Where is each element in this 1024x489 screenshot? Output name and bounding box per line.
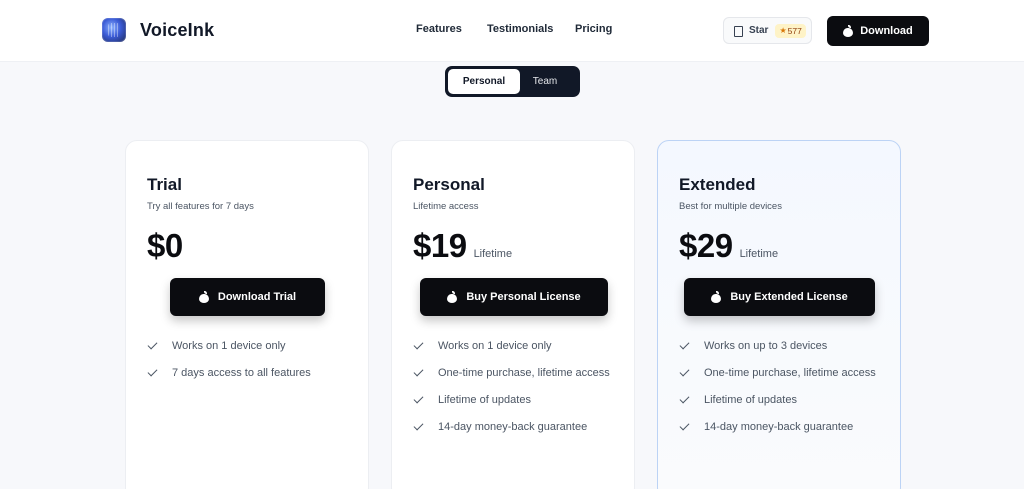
feature-text: 14-day money-back guarantee — [438, 421, 588, 433]
plan-name: Personal — [413, 175, 485, 194]
button-label: Buy Extended License — [730, 291, 848, 303]
plan-subtitle: Lifetime access — [413, 201, 479, 212]
feature-text: 7 days access to all features — [172, 367, 311, 379]
star-label: Star — [749, 25, 769, 36]
price-row: $0 — [147, 227, 190, 265]
price-row: $19 Lifetime — [413, 227, 512, 265]
feature-item: 14-day money-back guarantee — [679, 419, 889, 435]
feature-text: Lifetime of updates — [438, 394, 531, 406]
buy-extended-license-button[interactable]: Buy Extended License — [684, 278, 875, 316]
feature-text: Works on 1 device only — [172, 340, 286, 352]
plan-price: $19 — [413, 227, 467, 264]
feature-text: One-time purchase, lifetime access — [438, 367, 610, 379]
feature-item: One-time purchase, lifetime access — [679, 365, 889, 381]
feature-item: 14-day money-back guarantee — [413, 419, 623, 435]
feature-item: Works on 1 device only — [413, 338, 623, 354]
button-label: Buy Personal License — [466, 291, 581, 303]
apple-icon — [711, 290, 722, 303]
check-icon — [679, 393, 692, 406]
feature-item: One-time purchase, lifetime access — [413, 365, 623, 381]
check-icon — [413, 366, 426, 379]
apple-icon — [198, 290, 209, 303]
top-nav: VoiceInk Features Testimonials Pricing S… — [0, 0, 1024, 62]
star-count-badge: ★ 577 — [775, 23, 806, 38]
feature-item: Works on 1 device only — [147, 338, 357, 354]
apple-icon — [843, 24, 854, 37]
check-icon — [679, 339, 692, 352]
download-button[interactable]: Download — [827, 16, 929, 46]
check-icon — [413, 420, 426, 433]
feature-text: Works on 1 device only — [438, 340, 552, 352]
button-label: Download Trial — [217, 291, 297, 303]
feature-text: Lifetime of updates — [704, 394, 797, 406]
check-icon — [147, 366, 160, 379]
plan-card-trial: Trial Try all features for 7 days $0 Dow… — [125, 140, 369, 489]
price-row: $29 Lifetime — [679, 227, 778, 265]
feature-list: Works on 1 device only One-time purchase… — [413, 338, 623, 446]
star-icon: ★ — [779, 26, 787, 35]
download-trial-button[interactable]: Download Trial — [170, 278, 325, 316]
check-icon — [413, 339, 426, 352]
github-icon — [733, 25, 743, 37]
feature-item: Lifetime of updates — [413, 392, 623, 408]
plan-subtitle: Best for multiple devices — [679, 201, 782, 212]
plan-subtitle: Try all features for 7 days — [147, 201, 254, 212]
github-star-button[interactable]: Star ★ 577 — [723, 17, 812, 44]
star-count-value: 577 — [787, 25, 802, 36]
plan-name: Trial — [147, 175, 182, 194]
feature-list: Works on 1 device only 7 days access to … — [147, 338, 357, 392]
buy-personal-license-button[interactable]: Buy Personal License — [420, 278, 608, 316]
plan-card-personal: Personal Lifetime access $19 Lifetime Bu… — [391, 140, 635, 489]
feature-text: One-time purchase, lifetime access — [704, 367, 876, 379]
plan-card-extended: Extended Best for multiple devices $29 L… — [657, 140, 901, 489]
feature-item: Works on up to 3 devices — [679, 338, 889, 354]
plan-type-toggle: Personal Team — [445, 66, 580, 97]
nav-link-pricing[interactable]: Pricing — [575, 23, 612, 35]
plan-price: $29 — [679, 227, 733, 264]
check-icon — [679, 420, 692, 433]
feature-list: Works on up to 3 devices One-time purcha… — [679, 338, 889, 446]
plan-term: Lifetime — [739, 248, 779, 260]
apple-icon — [447, 290, 458, 303]
feature-text: 14-day money-back guarantee — [704, 421, 854, 433]
check-icon — [413, 393, 426, 406]
feature-text: Works on up to 3 devices — [704, 340, 828, 352]
nav-link-testimonials[interactable]: Testimonials — [487, 23, 553, 35]
plan-price: $0 — [147, 227, 183, 264]
check-icon — [679, 366, 692, 379]
plan-name: Extended — [679, 175, 756, 194]
toggle-option-team[interactable]: Team — [509, 69, 581, 94]
feature-item: 7 days access to all features — [147, 365, 357, 381]
plan-term: Lifetime — [473, 248, 513, 260]
download-label: Download — [860, 25, 913, 37]
nav-link-features[interactable]: Features — [416, 23, 462, 35]
check-icon — [147, 339, 160, 352]
feature-item: Lifetime of updates — [679, 392, 889, 408]
